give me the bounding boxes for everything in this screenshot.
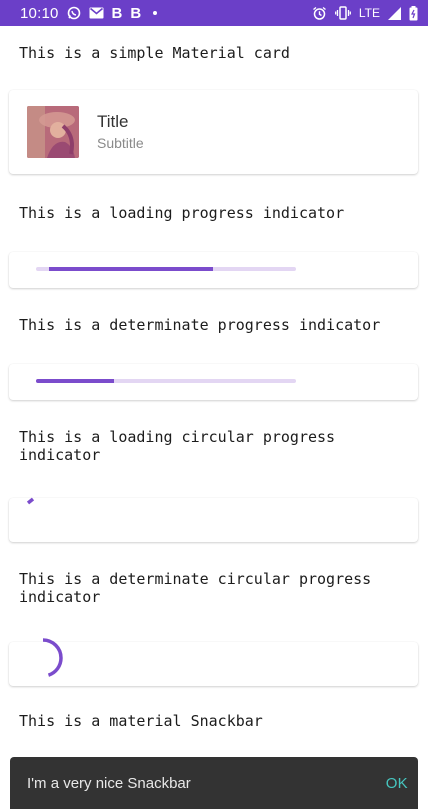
section-title-loading-linear: This is a loading progress indicator — [19, 204, 345, 222]
section-title-determinate-circular: This is a determinate circular progress … — [19, 570, 372, 606]
snackbar-message: I'm a very nice Snackbar — [27, 774, 191, 792]
determinate-circular-arc — [23, 638, 63, 678]
snackbar: I'm a very nice Snackbar OK — [10, 757, 418, 809]
determinate-circular-indicator — [23, 638, 63, 678]
signal-icon — [388, 6, 401, 20]
battery-icon — [409, 5, 418, 21]
network-type-label: LTE — [358, 6, 380, 20]
determinate-progress-bar — [36, 379, 114, 383]
loading-progress-bar — [49, 267, 213, 271]
status-bar: 10:10 B B LTE — [0, 0, 428, 26]
b-app-icon: B — [130, 4, 142, 22]
status-bar-right: LTE — [312, 5, 418, 21]
loading-progress-track — [36, 267, 296, 271]
card-thumbnail-image — [27, 106, 79, 158]
loading-circular-indicator — [26, 497, 35, 505]
b-app-icon: B — [111, 4, 123, 22]
section-title-snackbar: This is a material Snackbar — [19, 712, 263, 730]
vibrate-icon — [334, 6, 351, 20]
status-time: 10:10 — [20, 4, 59, 22]
card-title: Title — [97, 112, 129, 131]
alarm-icon — [312, 6, 327, 21]
loading-progress-card — [9, 252, 418, 288]
simple-material-card[interactable]: Title Subtitle — [9, 90, 418, 174]
determinate-progress-track — [36, 379, 296, 383]
card-text-block: Title Subtitle — [97, 111, 144, 153]
section-title-simple-card: This is a simple Material card — [19, 44, 290, 62]
determinate-circular-card — [9, 638, 418, 686]
section-title-determinate-linear: This is a determinate progress indicator — [19, 316, 381, 334]
card-subtitle: Subtitle — [97, 135, 144, 151]
whatsapp-icon — [67, 6, 81, 20]
loading-circular-card — [9, 497, 418, 542]
status-bar-left: 10:10 B B — [20, 4, 158, 22]
dot-icon — [153, 11, 158, 15]
gmail-icon — [89, 7, 104, 19]
snackbar-ok-button[interactable]: OK — [386, 775, 408, 792]
determinate-progress-card — [9, 364, 418, 400]
section-title-loading-circular: This is a loading circular progress indi… — [19, 428, 336, 464]
